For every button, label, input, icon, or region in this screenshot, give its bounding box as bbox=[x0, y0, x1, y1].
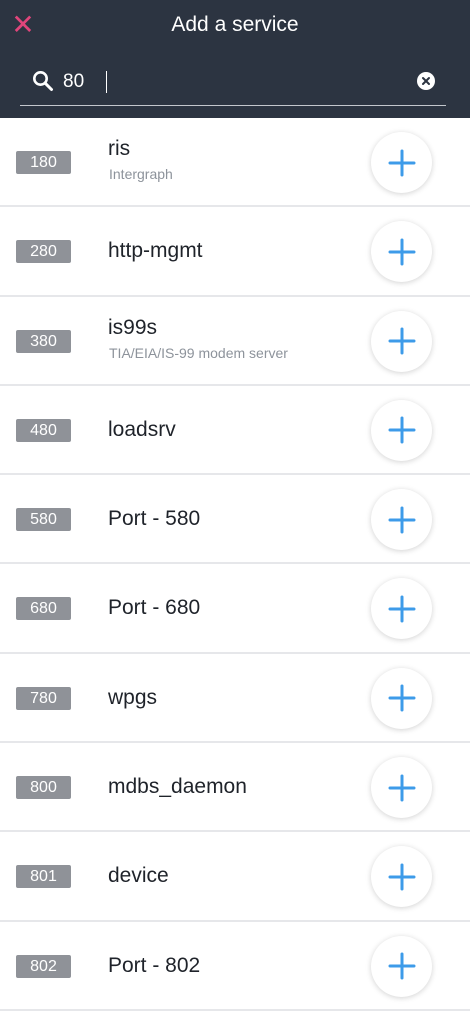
plus-icon bbox=[388, 149, 415, 176]
port-badge: 380 bbox=[16, 329, 71, 353]
service-name: mdbs_daemon bbox=[108, 775, 247, 799]
plus-icon bbox=[388, 238, 415, 266]
port-badge: 580 bbox=[16, 508, 71, 532]
text-caret bbox=[106, 71, 107, 93]
service-row[interactable]: 780 wpgs bbox=[0, 653, 470, 744]
add-service-button[interactable] bbox=[371, 399, 432, 461]
port-badge: 802 bbox=[16, 954, 71, 978]
service-row[interactable]: 680 Port - 680 bbox=[0, 564, 470, 654]
add-service-button[interactable] bbox=[371, 935, 432, 997]
service-description: Intergraph bbox=[109, 166, 173, 182]
plus-icon bbox=[388, 506, 415, 534]
plus-icon bbox=[388, 327, 415, 355]
port-badge: 680 bbox=[16, 597, 71, 621]
plus-icon bbox=[388, 774, 415, 802]
service-name: device bbox=[108, 864, 169, 888]
service-row[interactable]: 802 Port - 802 bbox=[0, 921, 470, 1011]
service-row[interactable]: 801 device bbox=[0, 832, 470, 922]
service-name: is99s bbox=[108, 315, 158, 339]
service-name: http-mgmt bbox=[108, 239, 203, 263]
search-input[interactable] bbox=[63, 68, 393, 96]
service-row[interactable]: 800 mdbs_daemon bbox=[0, 743, 470, 833]
port-badge: 280 bbox=[16, 240, 71, 264]
page-title: Add a service bbox=[171, 13, 299, 36]
add-service-button[interactable] bbox=[371, 489, 432, 551]
plus-icon bbox=[388, 863, 415, 891]
service-row[interactable]: 480 loadsrv bbox=[0, 385, 470, 476]
add-service-button[interactable] bbox=[371, 221, 432, 283]
service-name: ris bbox=[108, 137, 131, 160]
port-badge: 800 bbox=[16, 776, 71, 800]
add-service-button[interactable] bbox=[371, 667, 432, 729]
plus-icon bbox=[388, 595, 415, 623]
add-service-button[interactable] bbox=[371, 846, 432, 908]
clear-search-button[interactable] bbox=[417, 72, 435, 90]
service-row[interactable]: 180 ris Intergraph bbox=[0, 118, 470, 208]
clear-circle-icon bbox=[422, 77, 430, 85]
plus-icon bbox=[388, 952, 415, 980]
service-name: Port - 680 bbox=[108, 596, 201, 620]
service-row[interactable]: 280 http-mgmt bbox=[0, 207, 470, 297]
service-name: Port - 802 bbox=[108, 953, 201, 977]
search-bar bbox=[20, 62, 446, 106]
header-bar: ✕ Add a service bbox=[0, 0, 470, 118]
port-badge: 180 bbox=[16, 151, 71, 174]
search-icon bbox=[33, 71, 53, 91]
service-description: TIA/EIA/IS-99 modem server bbox=[109, 344, 288, 361]
add-service-button[interactable] bbox=[371, 757, 432, 819]
service-name: Port - 580 bbox=[108, 507, 201, 531]
service-list: 180 ris Intergraph 280 http-mgmt 380 is99s TIA/… bbox=[0, 118, 470, 1011]
port-badge: 780 bbox=[16, 686, 71, 710]
service-name: wpgs bbox=[108, 685, 158, 709]
add-service-button[interactable] bbox=[371, 578, 432, 640]
port-badge: 480 bbox=[16, 418, 71, 442]
service-row[interactable]: 380 is99s TIA/EIA/IS-99 modem server bbox=[0, 296, 470, 386]
service-row[interactable]: 580 Port - 580 bbox=[0, 475, 470, 565]
plus-icon bbox=[388, 416, 415, 444]
service-name: loadsrv bbox=[108, 417, 176, 441]
port-badge: 801 bbox=[16, 865, 71, 889]
add-service-button[interactable] bbox=[371, 132, 432, 193]
add-service-button[interactable] bbox=[371, 310, 432, 372]
plus-icon bbox=[388, 684, 415, 712]
